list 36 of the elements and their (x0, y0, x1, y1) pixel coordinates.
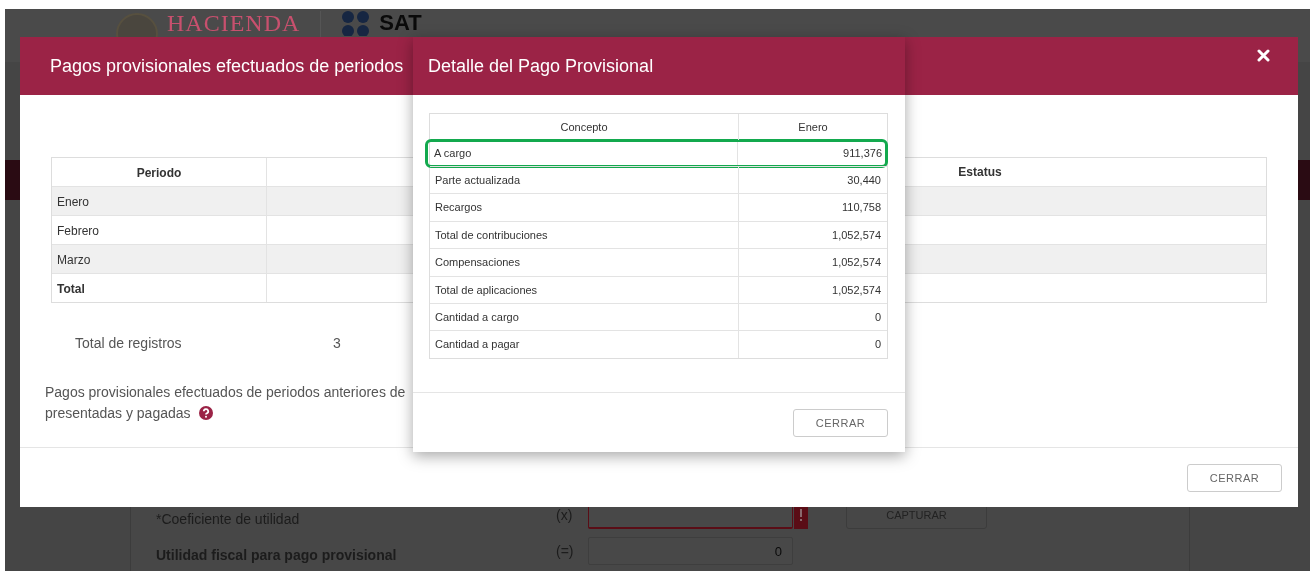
note-text: presentadas y pagadas (45, 404, 191, 421)
table-cell-text: 911,376 (842, 146, 883, 161)
table-cell: Compensaciones (430, 249, 739, 276)
table-cell-text: 0 (873, 337, 882, 353)
table-cell: Total (52, 274, 267, 302)
table-cell-text: 110,758 (841, 200, 882, 216)
close-icon[interactable] (1257, 49, 1270, 62)
table-cell-text: 1,052,574 (831, 282, 882, 298)
help-icon[interactable] (198, 405, 213, 420)
dialog-title: Detalle del Pago Provisional (428, 55, 654, 77)
table-cell: Total de aplicaciones (430, 276, 739, 303)
table-cell: Marzo (52, 245, 267, 273)
logo-text: HACIENDA (167, 10, 301, 36)
table-cell: A cargo (428, 142, 738, 165)
record-count-label: Total de registros (75, 335, 183, 351)
dialog-title: Pagos provisionales efectuados de periodos (50, 55, 404, 77)
column-header: Estatus (958, 165, 1002, 179)
table-cell: Total de contribuciones (430, 221, 739, 249)
table-cell-text: 1,052,574 (831, 255, 882, 271)
table-cell: Enero (52, 187, 267, 215)
table-cell: Cantidad a pagar (430, 331, 739, 358)
table-cell-text: 30,440 (846, 173, 882, 188)
table-cell: Cantidad a cargo (430, 303, 739, 331)
column-header: Concepto (430, 114, 739, 140)
table-cell-text: 0 (873, 309, 882, 325)
column-header: Enero (797, 120, 829, 135)
table-cell: Parte actualizada (430, 167, 739, 194)
table-cell: Recargos (430, 194, 739, 221)
operator-label: (=) (556, 543, 575, 559)
close-button[interactable]: CERRAR (793, 408, 888, 437)
record-count: 3 (333, 335, 341, 351)
table-cell-text: 1,052,574 (831, 227, 882, 243)
note-text: Pagos provisionales efectuados de periodos anteriores de (45, 383, 406, 400)
close-button[interactable]: CERRAR (1187, 463, 1282, 492)
logo-text: SAT (379, 11, 422, 35)
dots-logo-icon (341, 10, 372, 36)
